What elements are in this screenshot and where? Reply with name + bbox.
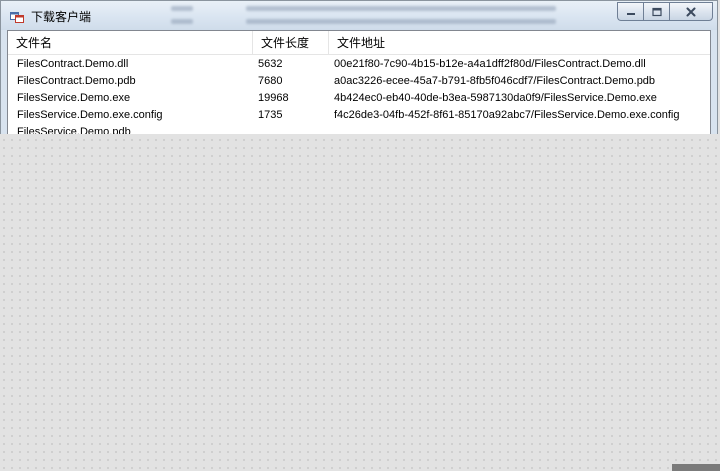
maximize-icon bbox=[651, 7, 662, 16]
file-name: FilesService.Demo.pdb bbox=[17, 126, 131, 134]
file-name: FilesContract.Demo.dll bbox=[17, 58, 129, 70]
file-path: 4b424ec0-eb40-40de-b3ea-5987130da0f9/Fil… bbox=[334, 92, 657, 104]
file-path: 00e21f80-7c90-4b15-b12e-a4a1dff2f80d/Fil… bbox=[334, 58, 646, 70]
minimize-icon bbox=[626, 12, 635, 15]
list-item[interactable]: FilesService.Demo.pdb bbox=[8, 124, 710, 134]
corner-strip bbox=[672, 464, 720, 471]
close-icon bbox=[686, 7, 696, 16]
download-client-window: 下载客户端 文件名 文件长度 文件地址 FilesContract.Demo.d… bbox=[0, 0, 718, 134]
maximize-button[interactable] bbox=[643, 2, 669, 21]
list-item[interactable]: FilesService.Demo.exe 19968 4b424ec0-eb4… bbox=[8, 90, 710, 107]
caption-buttons bbox=[617, 2, 713, 22]
file-length: 7680 bbox=[258, 75, 283, 87]
close-button[interactable] bbox=[669, 2, 713, 21]
list-item[interactable]: FilesService.Demo.exe.config 1735 f4c26d… bbox=[8, 107, 710, 124]
window-title: 下载客户端 bbox=[31, 10, 92, 24]
list-item[interactable]: FilesContract.Demo.pdb 7680 a0ac3226-ece… bbox=[8, 73, 710, 90]
list-rows: FilesContract.Demo.dll 5632 00e21f80-7c9… bbox=[8, 56, 710, 134]
file-name: FilesService.Demo.exe bbox=[17, 92, 131, 104]
file-length: 1735 bbox=[258, 109, 283, 121]
file-path: a0ac3226-ecee-45a7-b791-8fb5f046cdf7/Fil… bbox=[334, 75, 656, 87]
file-path: f4c26de3-04fb-452f-8f61-85170a92abc7/Fil… bbox=[334, 109, 680, 121]
list-item[interactable]: FilesContract.Demo.dll 5632 00e21f80-7c9… bbox=[8, 56, 710, 73]
column-header-file-path[interactable]: 文件地址 bbox=[329, 31, 710, 54]
file-length: 19968 bbox=[258, 92, 289, 104]
app-window-icon[interactable] bbox=[10, 8, 24, 23]
title-bar-reflection bbox=[161, 1, 581, 30]
file-list-view[interactable]: 文件名 文件长度 文件地址 FilesContract.Demo.dll 563… bbox=[7, 30, 711, 134]
column-header-file-length[interactable]: 文件长度 bbox=[253, 31, 329, 54]
list-header: 文件名 文件长度 文件地址 bbox=[8, 31, 710, 55]
file-name: FilesService.Demo.exe.config bbox=[17, 109, 163, 121]
file-length: 5632 bbox=[258, 58, 283, 70]
title-bar[interactable]: 下载客户端 bbox=[1, 1, 717, 30]
minimize-button[interactable] bbox=[617, 2, 643, 21]
column-header-file-name[interactable]: 文件名 bbox=[8, 31, 253, 54]
file-name: FilesContract.Demo.pdb bbox=[17, 75, 136, 87]
